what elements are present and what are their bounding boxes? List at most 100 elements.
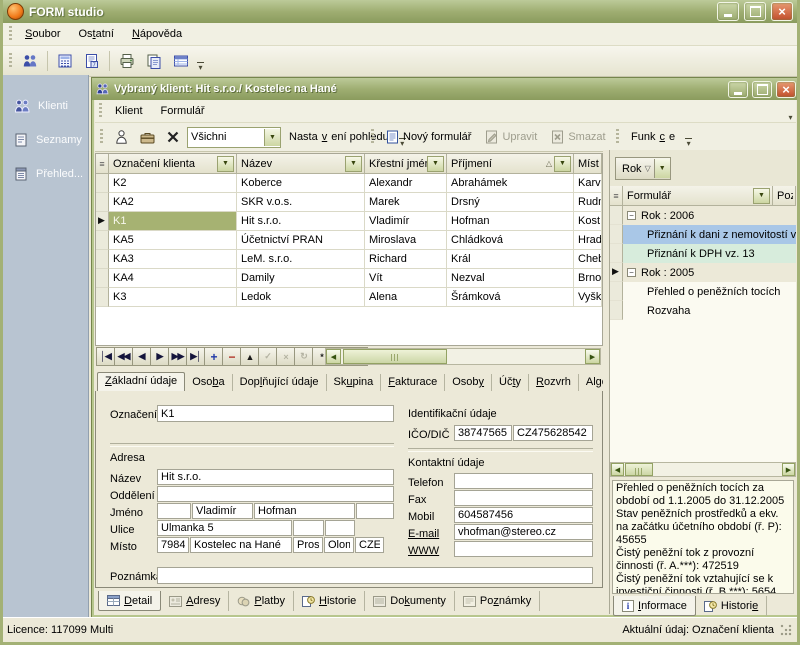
scroll-right-button[interactable]: ▶ — [585, 349, 600, 364]
cell-misto[interactable]: Karv — [574, 174, 602, 193]
column-header-formular[interactable]: Formulář▼ — [623, 186, 773, 206]
scrollbar-thumb[interactable] — [343, 349, 447, 364]
ulice-co-input[interactable] — [325, 520, 355, 536]
oznaceni-input[interactable] — [157, 405, 394, 422]
cell-oznaceni[interactable]: K3 — [109, 288, 237, 307]
oddeleni-input[interactable] — [157, 486, 394, 502]
filter-dropdown-icon[interactable]: ▼ — [217, 156, 234, 172]
table-row[interactable]: KA3 LeM. s.r.o. Richard Král Cheb — [96, 250, 602, 269]
tree-group-row[interactable]: ▶ −Rok : 2005 — [610, 263, 796, 282]
menu-klient[interactable]: Klient — [106, 102, 152, 120]
grid-corner-button[interactable]: ≡ — [96, 154, 109, 174]
table-row[interactable]: KA2 SKR v.o.s. Marek Drsný Rudn — [96, 193, 602, 212]
collapse-icon[interactable]: − — [627, 268, 636, 277]
jmeno-titul-input[interactable] — [157, 503, 191, 519]
tab-historie[interactable]: Historie — [294, 591, 365, 611]
tab-fakturace[interactable]: Fakturace — [381, 374, 445, 391]
list-button[interactable] — [168, 49, 194, 73]
mobil-input[interactable] — [454, 507, 593, 523]
www-link-label[interactable]: WWW — [408, 545, 439, 557]
cell-prijmeni[interactable]: Šrámková — [447, 288, 574, 307]
cell-oznaceni[interactable]: KA3 — [109, 250, 237, 269]
cell-nazev[interactable]: SKR v.o.s. — [237, 193, 365, 212]
person-filter-button[interactable] — [109, 126, 133, 148]
new-form-button[interactable]: Nový formulář — [380, 127, 477, 147]
cell-jmeno[interactable]: Alena — [365, 288, 447, 307]
forms-horizontal-scrollbar[interactable]: ◀ ▶ — [610, 462, 796, 477]
column-header-poznamka[interactable]: Poz — [773, 186, 796, 206]
nav-post-button[interactable]: ✓ — [259, 348, 277, 365]
close-button[interactable]: × — [771, 2, 793, 21]
nav-cancel-button[interactable]: × — [277, 348, 295, 365]
table-row[interactable]: KA5 Účetnictví PRAN Miroslava Chládková … — [96, 231, 602, 250]
view-filter-combobox[interactable]: Všichni ▼ — [187, 127, 281, 148]
column-header-nazev[interactable]: Název▼ — [237, 154, 365, 174]
clear-filter-button[interactable] — [161, 126, 185, 148]
cell-nazev[interactable]: Hit s.r.o. — [237, 212, 365, 231]
tab-adresy[interactable]: Adresy — [161, 591, 229, 611]
cell-prijmeni[interactable]: Hofman — [447, 212, 574, 231]
nav-next-page-button[interactable]: ▶▶ — [169, 348, 187, 365]
cell-oznaceni[interactable]: KA4 — [109, 269, 237, 288]
chevron-down-icon[interactable]: ▼ — [264, 129, 280, 146]
cell-jmeno[interactable]: Miroslava — [365, 231, 447, 250]
cell-nazev[interactable]: Účetnictví PRAN — [237, 231, 365, 250]
toolbar-gripper[interactable] — [616, 129, 619, 145]
cell-jmeno[interactable]: Vít — [365, 269, 447, 288]
chevron-down-icon[interactable]: ▼ — [654, 159, 670, 178]
cell-nazev[interactable]: Koberce — [237, 174, 365, 193]
delete-form-button[interactable]: Smazat — [545, 127, 611, 147]
tree-item-row-selected[interactable]: Přiznání k dani z nemovitostí vz — [610, 225, 796, 244]
cell-jmeno[interactable]: Alexandr — [365, 174, 447, 193]
nav-refresh-button[interactable]: ↻ — [295, 348, 313, 365]
calculator-button[interactable] — [52, 49, 78, 73]
scrollbar-thumb[interactable] — [625, 463, 653, 476]
cell-nazev[interactable]: Ledok — [237, 288, 365, 307]
cell-oznaceni-selected[interactable]: K1 — [109, 212, 237, 231]
tab-platby[interactable]: Platby — [229, 591, 294, 611]
cell-jmeno[interactable]: Marek — [365, 193, 447, 212]
client-close-button[interactable]: × — [776, 81, 796, 98]
cell-oznaceni[interactable]: KA2 — [109, 193, 237, 212]
scroll-left-button[interactable]: ◀ — [326, 349, 341, 364]
tab-dokumenty[interactable]: Dokumenty — [365, 591, 455, 611]
nazev-input[interactable] — [157, 469, 394, 485]
www-input[interactable] — [454, 541, 593, 557]
column-header-oznaceni-klienta[interactable]: Označení klienta▼ — [109, 154, 237, 174]
forms-button[interactable]: 7 — [79, 49, 105, 73]
menu-formular[interactable]: Formulář — [152, 102, 214, 120]
sidebar-item-seznamy[interactable]: Seznamy — [3, 123, 88, 157]
okres-input[interactable] — [293, 537, 323, 553]
table-row[interactable]: K2 Koberce Alexandr Abrahámek Karv — [96, 174, 602, 193]
tab-doplnujici-udaje[interactable]: Doplňující údaje — [233, 374, 327, 391]
telefon-input[interactable] — [454, 473, 593, 489]
column-header-krestni-jmeno[interactable]: Křestní jméno▼ — [365, 154, 447, 174]
grid-horizontal-scrollbar[interactable]: ◀ ▶ — [325, 348, 601, 365]
table-row[interactable]: KA4 Damily Vít Nezval Brno — [96, 269, 602, 288]
group-by-rok-button[interactable]: Rok ▽ ▼ — [615, 157, 671, 180]
scroll-right-button[interactable]: ▶ — [782, 463, 795, 476]
nav-insert-button[interactable]: + — [205, 348, 223, 365]
tab-informace[interactable]: i Informace — [613, 596, 696, 616]
prijmeni-input[interactable] — [254, 503, 355, 519]
nav-delete-button[interactable]: − — [223, 348, 241, 365]
kraj-input[interactable] — [324, 537, 354, 553]
cell-misto[interactable]: Hrad — [574, 231, 602, 250]
copy-button[interactable] — [141, 49, 167, 73]
mesto-input[interactable] — [190, 537, 292, 553]
cell-oznaceni[interactable]: KA5 — [109, 231, 237, 250]
cell-nazev[interactable]: Damily — [237, 269, 365, 288]
company-filter-button[interactable] — [135, 126, 159, 148]
filter-dropdown-icon[interactable]: ▼ — [753, 188, 770, 204]
client-minimize-button[interactable] — [728, 81, 748, 98]
minimize-button[interactable] — [717, 2, 739, 21]
filter-dropdown-icon[interactable]: ▼ — [554, 156, 571, 172]
menubar-gripper[interactable] — [9, 26, 12, 42]
menu-ostatni[interactable]: Ostatní — [69, 25, 122, 43]
column-header-misto[interactable]: Místo — [574, 154, 602, 174]
column-header-prijmeni[interactable]: Příjmení△▼ — [447, 154, 574, 174]
tab-osoby[interactable]: Osoby — [445, 374, 492, 391]
psc-input[interactable] — [157, 537, 189, 553]
tab-detail[interactable]: Detail — [98, 591, 161, 611]
cell-misto[interactable]: Rudn — [574, 193, 602, 212]
